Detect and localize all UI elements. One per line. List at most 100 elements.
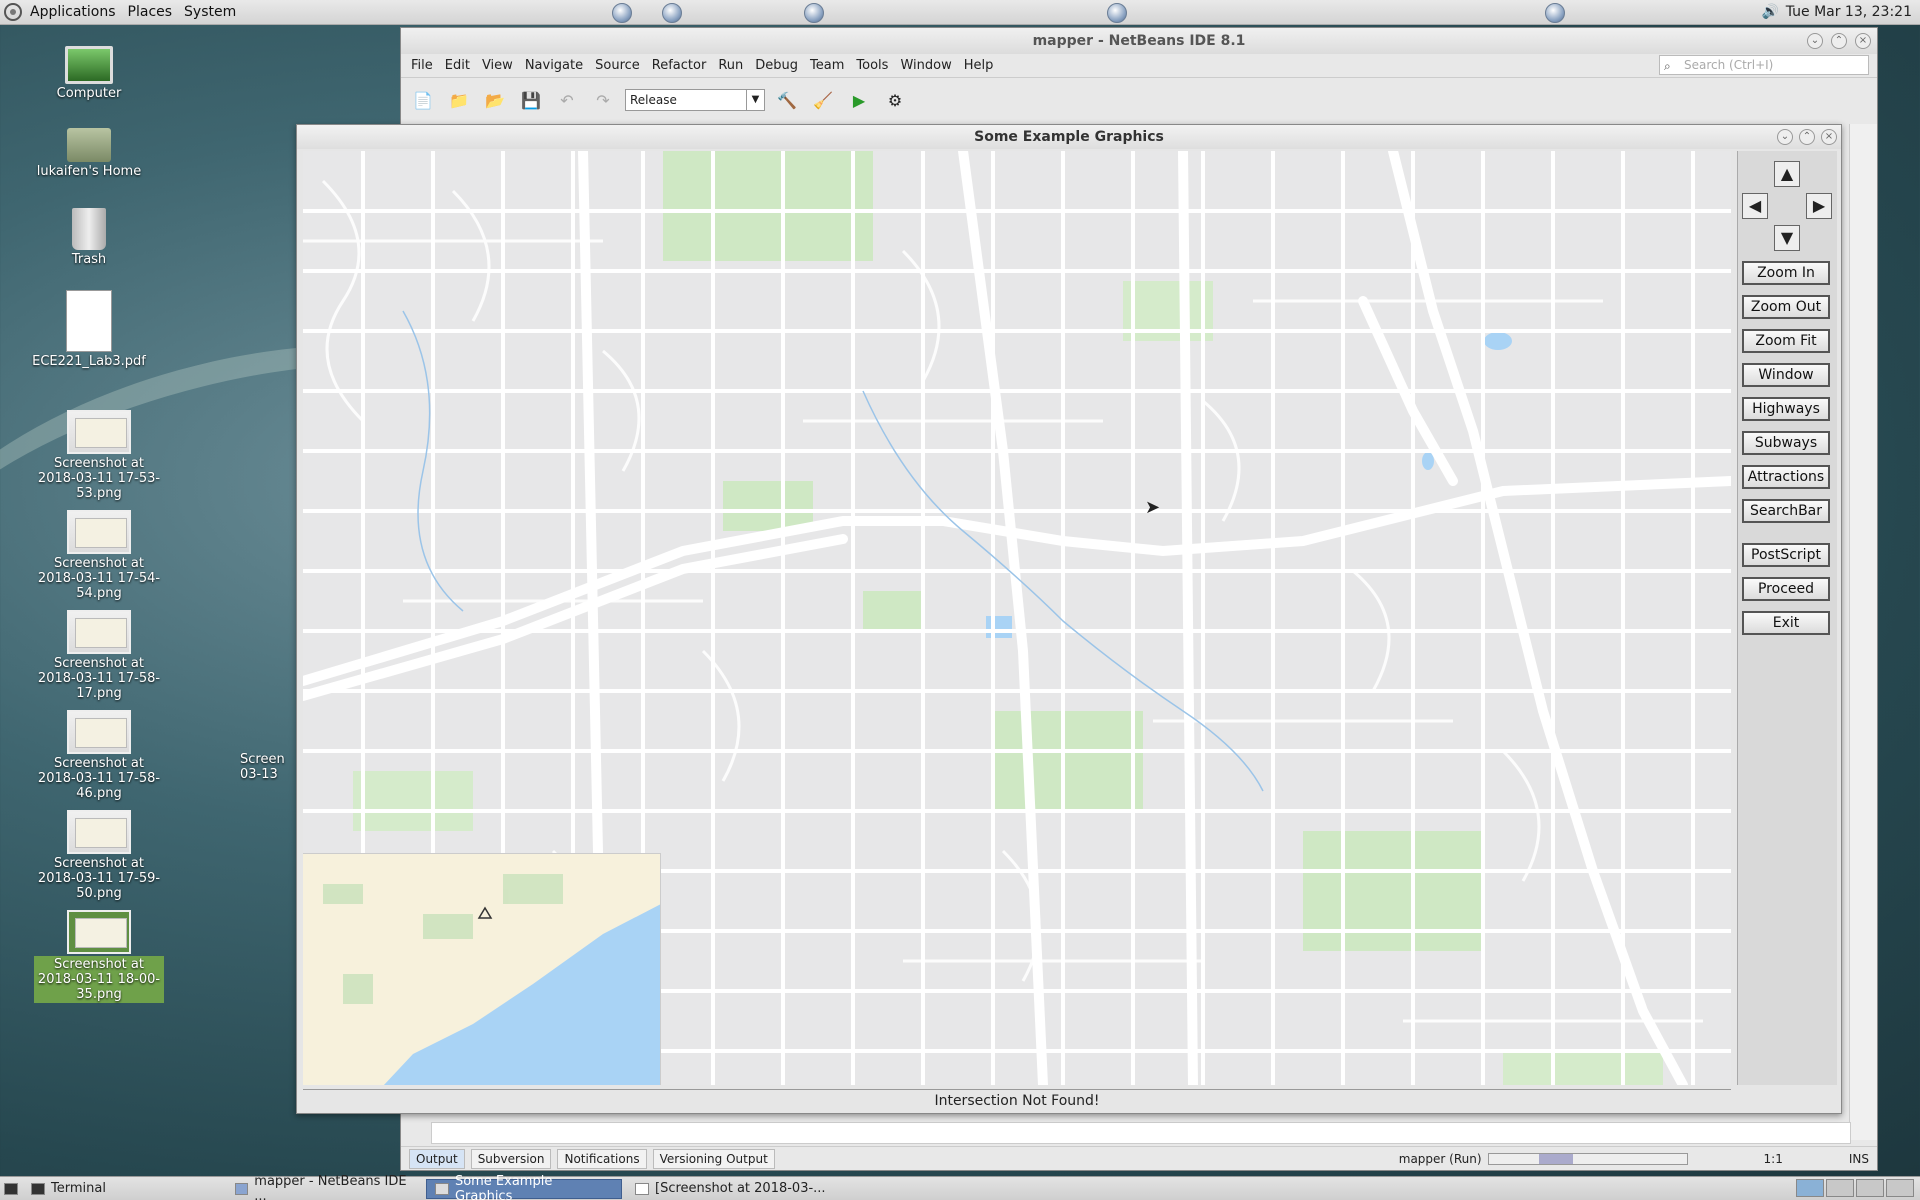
image-thumbnail-icon <box>67 610 131 654</box>
volume-icon[interactable]: 🔊 <box>1762 5 1780 19</box>
taskbar: Terminal mapper - NetBeans IDE ... Some … <box>0 1174 1920 1200</box>
window-title: mapper - NetBeans IDE 8.1 <box>401 28 1877 54</box>
redo-icon[interactable]: ↷ <box>589 86 617 114</box>
task-netbeans[interactable]: mapper - NetBeans IDE ... <box>226 1174 422 1200</box>
tab-output[interactable]: Output <box>409 1148 465 1169</box>
subways-button[interactable]: Subways <box>1742 431 1830 455</box>
task-screenshot[interactable]: [Screenshot at 2018-03-... <box>626 1179 836 1199</box>
overview-minimap[interactable] <box>303 853 661 1085</box>
desktop-icon-home[interactable]: lukaifen's Home <box>24 128 154 179</box>
image-thumbnail-icon <box>67 910 131 954</box>
run-status: mapper (Run) <box>1398 1151 1482 1166</box>
desktop-icon-screenshot-selected[interactable]: Screenshot at 2018-03-11 18-00-35.png <box>34 910 164 1003</box>
tab-versioning-output[interactable]: Versioning Output <box>652 1148 775 1169</box>
new-file-icon[interactable]: 📄 <box>409 86 437 114</box>
highways-button[interactable]: Highways <box>1742 397 1830 421</box>
map-canvas[interactable]: ➤ <box>303 151 1731 1085</box>
home-folder-icon <box>67 128 111 162</box>
run-icon[interactable]: ▶ <box>845 86 873 114</box>
browser-launcher-icon[interactable] <box>1545 3 1565 23</box>
menu-navigate[interactable]: Navigate <box>519 58 589 73</box>
save-all-icon[interactable]: 💾 <box>517 86 545 114</box>
pan-down-icon[interactable]: ▼ <box>1774 225 1800 251</box>
search-input[interactable]: ⌕ Search (Ctrl+I) <box>1659 55 1869 75</box>
tab-subversion[interactable]: Subversion <box>470 1148 552 1169</box>
browser-launcher-icon[interactable] <box>612 3 632 23</box>
build-hammer-icon[interactable]: 🔨 <box>773 86 801 114</box>
attractions-button[interactable]: Attractions <box>1742 465 1830 489</box>
maximize-icon[interactable]: ⌃ <box>1831 33 1847 49</box>
menu-help[interactable]: Help <box>958 58 1000 73</box>
image-thumbnail-icon <box>67 510 131 554</box>
new-project-icon[interactable]: 📁 <box>445 86 473 114</box>
workspace-2[interactable] <box>1826 1179 1854 1197</box>
desktop-icon-pdf[interactable]: ECE221_Lab3.pdf <box>24 290 154 369</box>
desktop-icon-screenshot[interactable]: Screenshot at 2018-03-11 17-58-46.png <box>34 710 164 801</box>
menu-debug[interactable]: Debug <box>749 58 804 73</box>
desktop-icon-screenshot[interactable]: Screenshot at 2018-03-11 17-59-50.png <box>34 810 164 901</box>
workspace-1[interactable] <box>1796 1179 1824 1197</box>
clock[interactable]: Tue Mar 13, 23:21 <box>1786 4 1912 20</box>
top-panel: Applications Places System 🔊 Tue Mar 13,… <box>0 0 1920 25</box>
close-icon[interactable]: × <box>1821 129 1837 145</box>
menu-view[interactable]: View <box>476 58 519 73</box>
window-button[interactable]: Window <box>1742 363 1830 387</box>
graphics-window-title: Some Example Graphics <box>297 125 1841 149</box>
show-desktop-icon[interactable] <box>4 1182 18 1195</box>
task-terminal[interactable]: Terminal <box>22 1179 222 1199</box>
menu-team[interactable]: Team <box>804 58 850 73</box>
search-placeholder: Search (Ctrl+I) <box>1684 58 1774 72</box>
tab-notifications[interactable]: Notifications <box>557 1148 647 1169</box>
zoom-out-button[interactable]: Zoom Out <box>1742 295 1830 319</box>
menu-bar: File Edit View Navigate Source Refactor … <box>401 54 1877 78</box>
open-project-icon[interactable]: 📂 <box>481 86 509 114</box>
exit-button[interactable]: Exit <box>1742 611 1830 635</box>
workspace-switcher <box>1796 1179 1914 1197</box>
menu-run[interactable]: Run <box>712 58 749 73</box>
menu-refactor[interactable]: Refactor <box>646 58 713 73</box>
pan-right-icon[interactable]: ▶ <box>1806 193 1832 219</box>
workspace-4[interactable] <box>1886 1179 1914 1197</box>
desktop-icon-partial[interactable]: Screen 03-13 <box>240 752 296 782</box>
mouse-cursor-icon: ➤ <box>1145 497 1161 518</box>
menu-tools[interactable]: Tools <box>850 58 894 73</box>
image-thumbnail-icon <box>67 810 131 854</box>
build-config-select[interactable]: Release ▼ <box>625 89 765 111</box>
applications-menu[interactable]: Applications <box>24 4 122 20</box>
menu-window[interactable]: Window <box>894 58 957 73</box>
distro-logo-icon[interactable] <box>4 3 22 21</box>
task-graphics-window[interactable]: Some Example Graphics <box>426 1174 622 1200</box>
menu-edit[interactable]: Edit <box>439 58 476 73</box>
workspace-3[interactable] <box>1856 1179 1884 1197</box>
desktop-icon-screenshot[interactable]: Screenshot at 2018-03-11 17-54-54.png <box>34 510 164 601</box>
desktop-icon-screenshot[interactable]: Screenshot at 2018-03-11 17-53-53.png <box>34 410 164 501</box>
menu-file[interactable]: File <box>405 58 439 73</box>
undo-icon[interactable]: ↶ <box>553 86 581 114</box>
close-icon[interactable]: × <box>1855 33 1871 49</box>
postscript-button[interactable]: PostScript <box>1742 543 1830 567</box>
minimize-icon[interactable]: ⌄ <box>1807 33 1823 49</box>
menu-source[interactable]: Source <box>589 58 646 73</box>
output-console[interactable] <box>431 1122 1851 1144</box>
desktop-icon-computer[interactable]: Computer <box>24 46 154 101</box>
pan-up-icon[interactable]: ▲ <box>1774 161 1800 187</box>
clean-build-icon[interactable]: 🧹 <box>809 86 837 114</box>
proceed-button[interactable]: Proceed <box>1742 577 1830 601</box>
searchbar-button[interactable]: SearchBar <box>1742 499 1830 523</box>
maximize-icon[interactable]: ⌃ <box>1799 129 1815 145</box>
debug-icon[interactable]: ⚙ <box>881 86 909 114</box>
pan-left-icon[interactable]: ◀ <box>1742 193 1768 219</box>
desktop-icon-trash[interactable]: Trash <box>24 208 154 267</box>
overview-map-image <box>303 854 660 1085</box>
zoom-in-button[interactable]: Zoom In <box>1742 261 1830 285</box>
desktop-icon-screenshot[interactable]: Screenshot at 2018-03-11 17-58-17.png <box>34 610 164 701</box>
minimize-icon[interactable]: ⌄ <box>1777 129 1793 145</box>
browser-launcher-icon[interactable] <box>804 3 824 23</box>
browser-launcher-icon[interactable] <box>1107 3 1127 23</box>
zoom-fit-button[interactable]: Zoom Fit <box>1742 329 1830 353</box>
browser-launcher-icon[interactable] <box>662 3 682 23</box>
places-menu[interactable]: Places <box>122 4 179 20</box>
system-menu[interactable]: System <box>178 4 242 20</box>
side-panel-strip[interactable] <box>1849 124 1877 1140</box>
search-icon: ⌕ <box>1664 59 1671 73</box>
